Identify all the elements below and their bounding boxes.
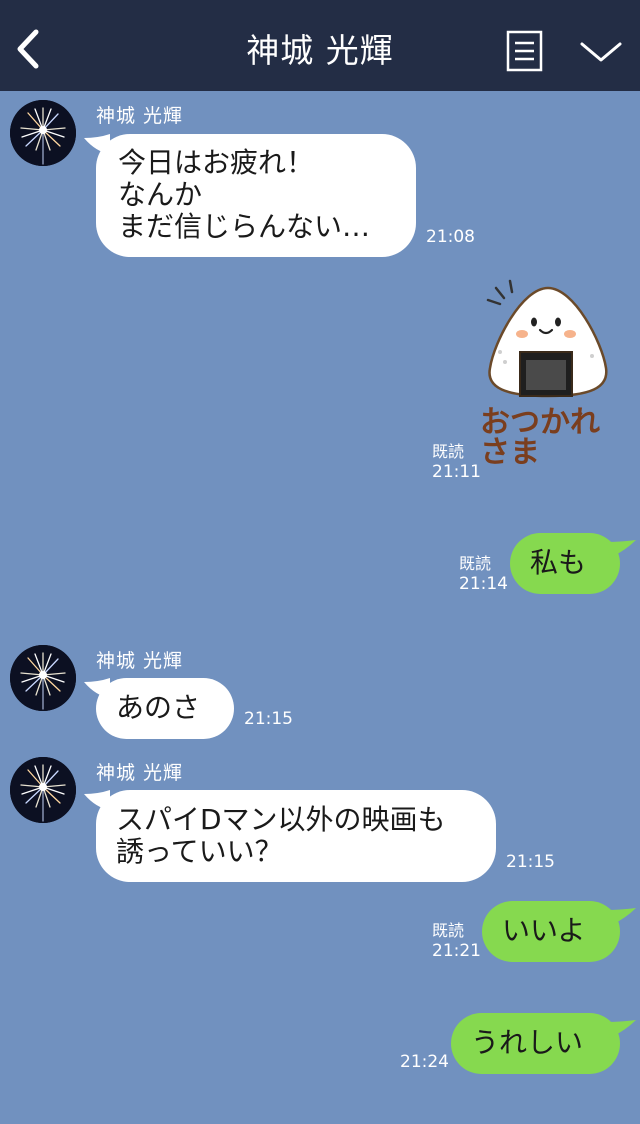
chevron-down-icon [580, 42, 622, 62]
sender-name: 神城 光輝 [96, 762, 184, 784]
fireworks-avatar [10, 757, 76, 823]
sticker-caption: おつかれさま [480, 405, 600, 470]
fireworks-avatar [10, 100, 76, 166]
sender-name: 神城 光輝 [96, 105, 184, 127]
onigiri-icon [486, 279, 608, 398]
bubble-tail [606, 1018, 636, 1042]
read-receipt-group: 既読 21:21 [432, 920, 481, 962]
read-receipt: 既読 [432, 921, 465, 940]
menu-list-icon [506, 30, 543, 72]
contact-avatar[interactable] [10, 757, 76, 823]
chat-title: 神城 光輝 [246, 31, 394, 70]
message-bubble-sent[interactable]: 私も [510, 533, 620, 594]
message-bubble-received[interactable]: スパイDマン以外の映画も 誘っていい？ [96, 790, 496, 882]
onigiri-sticker[interactable]: おつかれさま [478, 276, 618, 476]
message-time: 21:24 [400, 1052, 449, 1072]
message-bubble-received[interactable]: 今日はお疲れ！ なんか まだ信じらんない… [96, 134, 416, 257]
message-time: 21:15 [506, 852, 555, 872]
read-receipt: 既読 [432, 442, 465, 461]
message-bubble-sent[interactable]: うれしい [451, 1013, 620, 1074]
bubble-tail [606, 538, 636, 562]
message-bubble-received[interactable]: あのさ [96, 678, 234, 739]
message-bubble-sent[interactable]: いいよ [482, 901, 620, 962]
sender-name: 神城 光輝 [96, 650, 184, 672]
message-time: 21:15 [244, 709, 293, 729]
message-time: 21:14 [459, 574, 508, 594]
menu-button[interactable] [506, 30, 544, 72]
read-receipt-group: 既読 21:14 [459, 553, 508, 595]
read-receipt: 既読 [459, 554, 492, 573]
message-time: 21:21 [432, 941, 481, 961]
read-receipt-group: 既読 21:11 [432, 441, 481, 483]
contact-avatar[interactable] [10, 645, 76, 711]
bubble-tail [606, 906, 636, 930]
collapse-button[interactable] [578, 36, 624, 66]
fireworks-avatar [10, 645, 76, 711]
chat-header: 神城 光輝 [0, 0, 640, 91]
contact-avatar[interactable] [10, 100, 76, 166]
message-time: 21:08 [426, 227, 475, 247]
message-time: 21:11 [432, 462, 481, 482]
